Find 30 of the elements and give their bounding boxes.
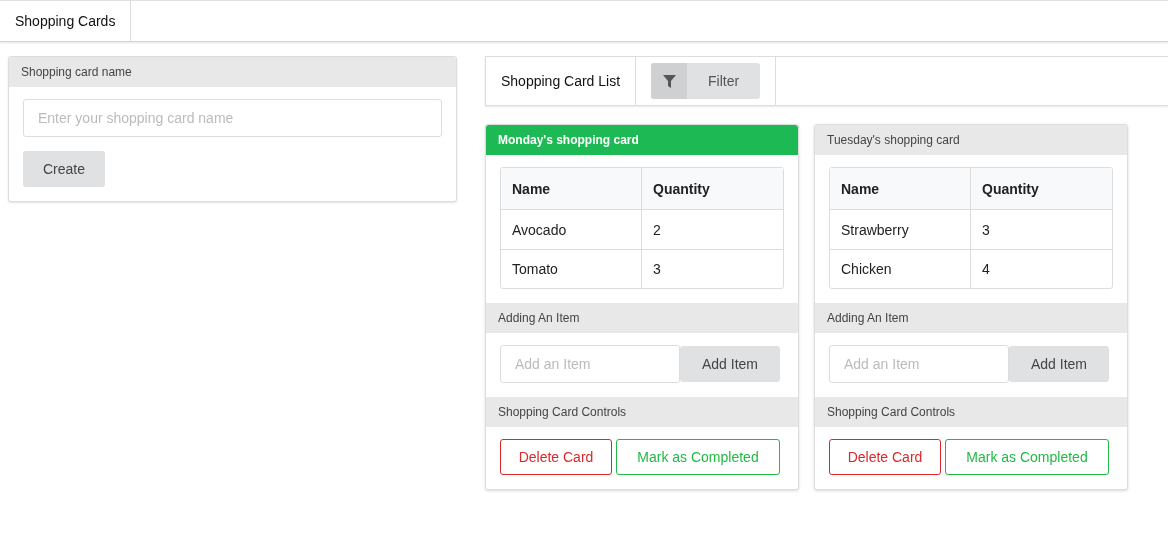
column-header: Quantity	[642, 168, 783, 210]
filter-icon	[662, 74, 676, 88]
section-title: Adding An Item	[486, 303, 798, 333]
table-cell: Chicken	[830, 249, 971, 288]
delete-button[interactable]: Delete Card	[829, 439, 941, 475]
card-title[interactable]: Tuesday's shopping card	[815, 125, 1127, 155]
table-cell: Tomato	[501, 249, 642, 288]
section-title: Shopping Card Controls	[815, 397, 1127, 427]
delete-button[interactable]: Delete Card	[500, 439, 612, 475]
table-cell: 4	[971, 249, 1112, 288]
column-header: Name	[830, 168, 971, 210]
table-cell: 3	[642, 249, 783, 288]
table-cell-text: 2	[652, 220, 662, 240]
panel-title: Shopping card name	[9, 57, 456, 87]
table-cell: Strawberry	[830, 210, 971, 249]
nav-tab[interactable]: Shopping Cards	[0, 1, 132, 41]
item-field[interactable]: Add an Item	[500, 345, 680, 383]
add-item-button[interactable]: Add Item	[1009, 346, 1109, 382]
section-title: Shopping Card Controls	[486, 397, 798, 427]
table-cell-text: 3	[981, 220, 991, 240]
table-cell: Avocado	[501, 210, 642, 249]
item-field[interactable]: Add an Item	[829, 345, 1009, 383]
filter-button[interactable]: Filter	[651, 63, 761, 99]
list-title: Shopping Card List	[486, 57, 637, 105]
section-title: Adding An Item	[815, 303, 1127, 333]
create-button[interactable]: Create	[23, 151, 106, 187]
add-item-button[interactable]: Add Item	[680, 346, 780, 382]
card-name-field[interactable]: Enter your shopping card name	[23, 99, 442, 137]
column-header: Quantity	[971, 168, 1112, 210]
column-header: Name	[501, 168, 642, 210]
